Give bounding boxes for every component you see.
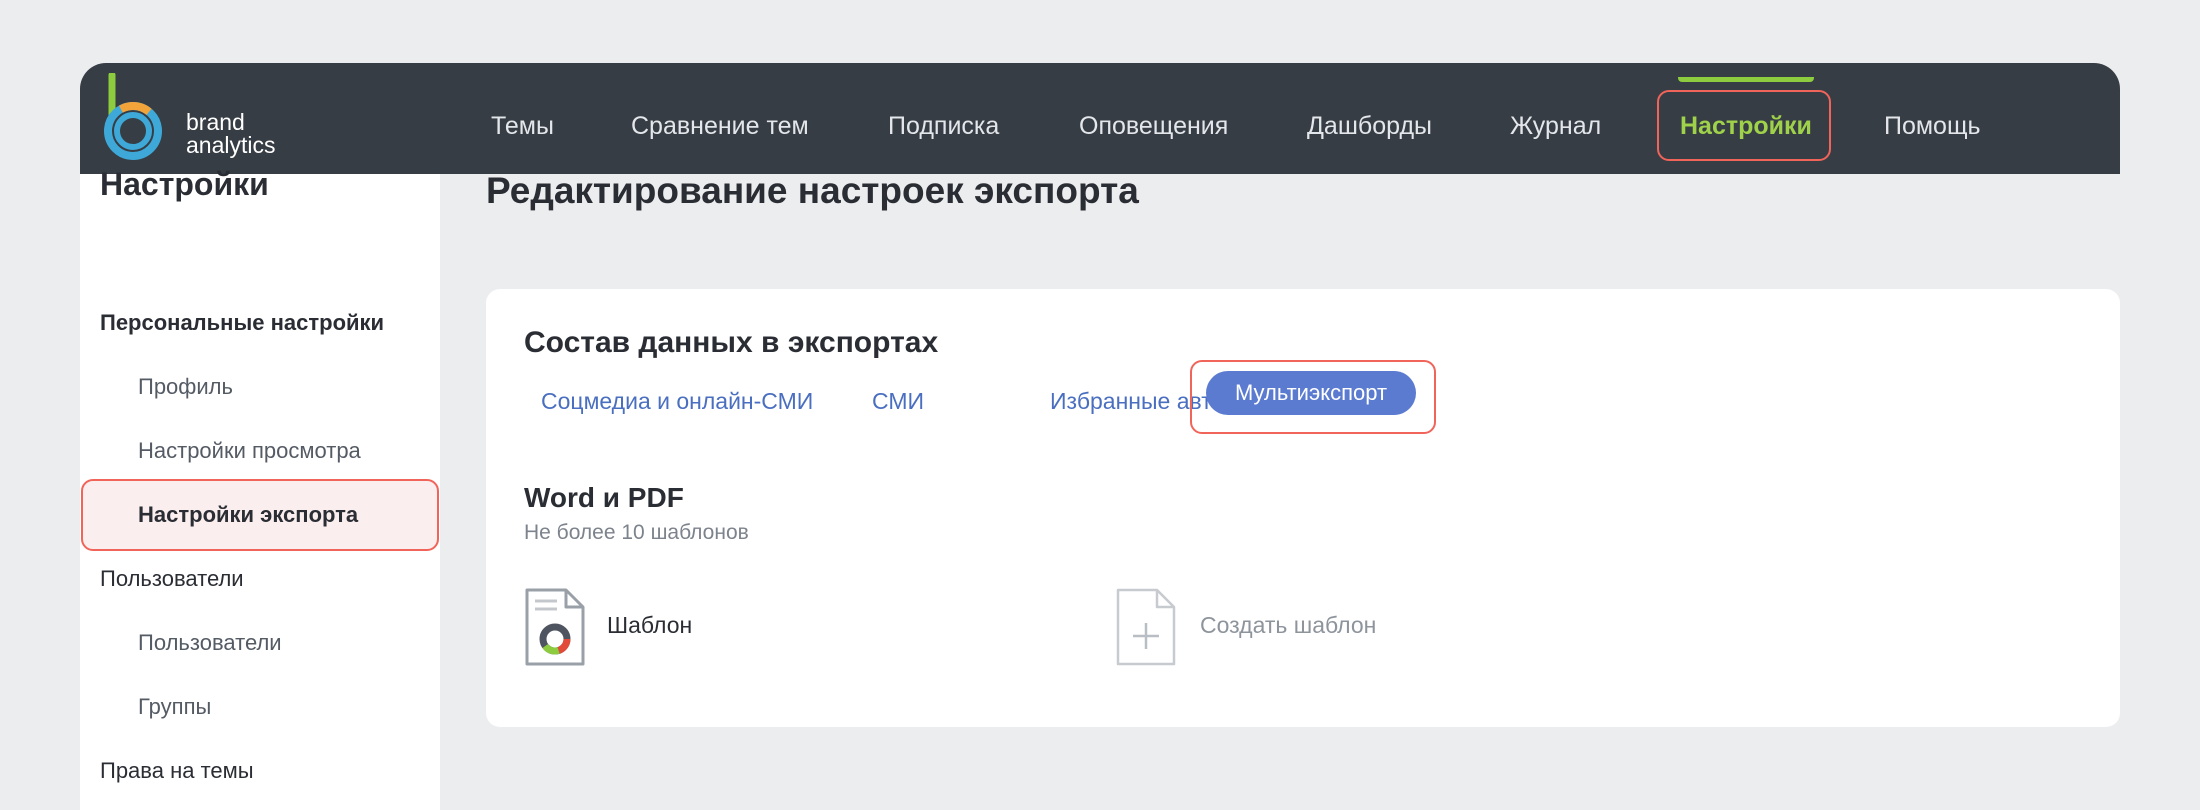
app-window: brand analytics Темы Сравнение тем Подпи… [80, 63, 2120, 810]
sidebar-item-theme-rights[interactable]: Права на темы [100, 758, 254, 784]
sidebar-item-users[interactable]: Пользователи [138, 630, 282, 656]
sidebar-section-personal[interactable]: Персональные настройки [100, 310, 384, 336]
brand-line2: analytics [186, 132, 276, 158]
document-chart-icon[interactable] [524, 587, 586, 667]
nav-item-dashboards[interactable]: Дашборды [1307, 63, 1432, 174]
page-title: Редактирование настроек экспорта [486, 170, 1139, 211]
section-title: Word и PDF [524, 482, 684, 513]
nav-item-themes[interactable]: Темы [491, 63, 554, 174]
brand-logo[interactable]: brand analytics [98, 73, 278, 163]
nav-item-help[interactable]: Помощь [1884, 63, 1981, 174]
sidebar-title: Настройки [100, 166, 269, 202]
sidebar-item-export-settings[interactable]: Настройки экспорта [138, 502, 358, 528]
brand-line1: brand [186, 109, 245, 135]
sidebar-item-profile[interactable]: Профиль [138, 374, 233, 400]
document-plus-icon[interactable] [1115, 587, 1177, 667]
export-settings-card: Состав данных в экспортах Соцмедиа и онл… [486, 289, 2120, 727]
brand-wordmark: brand analytics [186, 111, 275, 157]
sidebar-section-users[interactable]: Пользователи [100, 566, 244, 592]
sidebar-item-view-settings[interactable]: Настройки просмотра [138, 438, 361, 464]
tab-multiexport[interactable]: Мультиэкспорт [1206, 371, 1416, 415]
nav-item-theme-compare[interactable]: Сравнение тем [631, 63, 809, 174]
sidebar-item-groups[interactable]: Группы [138, 694, 211, 720]
template-label[interactable]: Шаблон [607, 612, 692, 639]
nav-item-subscription[interactable]: Подписка [888, 63, 999, 174]
card-title: Состав данных в экспортах [524, 326, 939, 359]
top-navbar: brand analytics Темы Сравнение тем Подпи… [80, 63, 2120, 174]
tab-mass-media[interactable]: СМИ [872, 388, 924, 415]
nav-item-notifications[interactable]: Оповещения [1079, 63, 1228, 174]
brand-analytics-logo-icon [104, 73, 162, 160]
create-template-button[interactable]: Создать шаблон [1200, 612, 1376, 639]
nav-item-settings[interactable]: Настройки [1680, 63, 1812, 174]
section-subtitle: Не более 10 шаблонов [524, 521, 749, 544]
tab-social-media[interactable]: Соцмедиа и онлайн-СМИ [541, 388, 813, 415]
nav-item-journal[interactable]: Журнал [1510, 63, 1601, 174]
